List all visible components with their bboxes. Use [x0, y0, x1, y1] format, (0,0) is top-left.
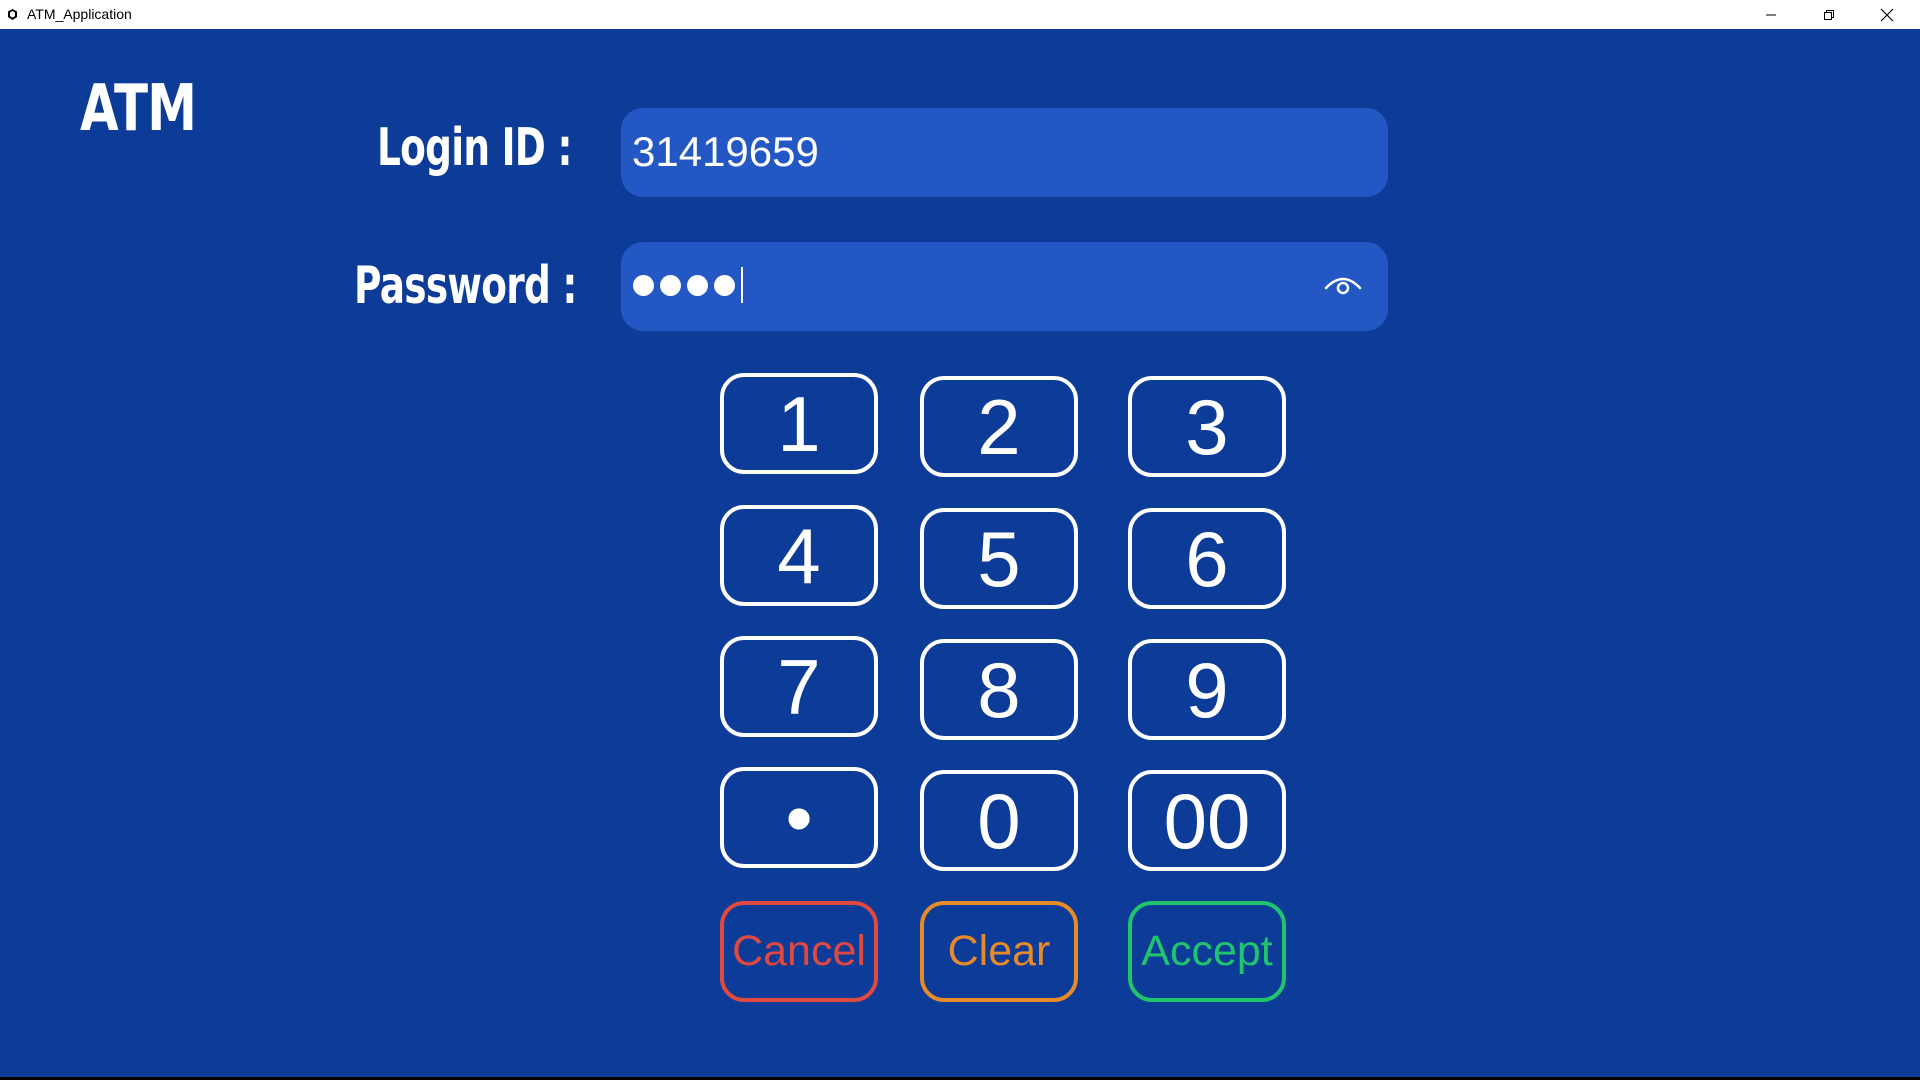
cancel-button[interactable]: Cancel — [720, 901, 878, 1002]
login-id-field[interactable]: 31419659 — [621, 108, 1388, 197]
text-caret — [741, 267, 743, 303]
key-decimal[interactable]: • — [720, 767, 878, 868]
key-8[interactable]: 8 — [920, 639, 1078, 740]
password-dot — [714, 274, 735, 296]
key-label: • — [785, 773, 813, 862]
key-label: 00 — [1163, 776, 1251, 865]
key-7[interactable]: 7 — [720, 636, 878, 737]
login-id-label: Login ID : — [377, 118, 572, 178]
close-button[interactable] — [1858, 0, 1916, 29]
clear-label: Clear — [947, 927, 1051, 975]
password-mask — [633, 267, 743, 303]
password-dot — [633, 274, 654, 296]
key-label: 1 — [777, 379, 821, 468]
key-1[interactable]: 1 — [720, 373, 878, 474]
title-bar: ATM_Application — [0, 0, 1920, 29]
key-label: 0 — [977, 776, 1021, 865]
password-dot — [660, 274, 681, 296]
close-icon — [1880, 8, 1894, 21]
login-id-value: 31419659 — [632, 128, 819, 175]
password-field[interactable] — [621, 242, 1388, 331]
eye-icon[interactable] — [1323, 272, 1363, 300]
restore-button[interactable] — [1800, 0, 1858, 29]
key-9[interactable]: 9 — [1128, 639, 1286, 740]
key-2[interactable]: 2 — [920, 376, 1078, 477]
window-title: ATM_Application — [27, 6, 132, 22]
restore-icon — [1824, 9, 1834, 20]
password-label: Password : — [354, 256, 577, 316]
key-label: 4 — [777, 511, 821, 600]
key-label: 5 — [977, 514, 1021, 603]
key-label: 6 — [1185, 514, 1229, 603]
accept-label: Accept — [1141, 927, 1273, 975]
accept-button[interactable]: Accept — [1128, 901, 1286, 1002]
cancel-label: Cancel — [732, 927, 866, 975]
minimize-icon — [1766, 14, 1776, 15]
key-label: 2 — [977, 382, 1021, 471]
app-icon — [8, 9, 17, 20]
password-dot — [687, 274, 708, 296]
key-6[interactable]: 6 — [1128, 508, 1286, 609]
key-5[interactable]: 5 — [920, 508, 1078, 609]
key-00[interactable]: 00 — [1128, 770, 1286, 871]
key-0[interactable]: 0 — [920, 770, 1078, 871]
key-label: 8 — [977, 645, 1021, 734]
atm-window: ATM_Application ATM Login ID : 31419659 … — [0, 0, 1920, 1080]
key-label: 3 — [1185, 382, 1229, 471]
key-label: 7 — [777, 642, 821, 731]
minimize-button[interactable] — [1742, 0, 1800, 29]
key-label: 9 — [1185, 645, 1229, 734]
key-3[interactable]: 3 — [1128, 376, 1286, 477]
atm-logo: ATM — [80, 72, 197, 146]
key-4[interactable]: 4 — [720, 505, 878, 606]
clear-button[interactable]: Clear — [920, 901, 1078, 1002]
